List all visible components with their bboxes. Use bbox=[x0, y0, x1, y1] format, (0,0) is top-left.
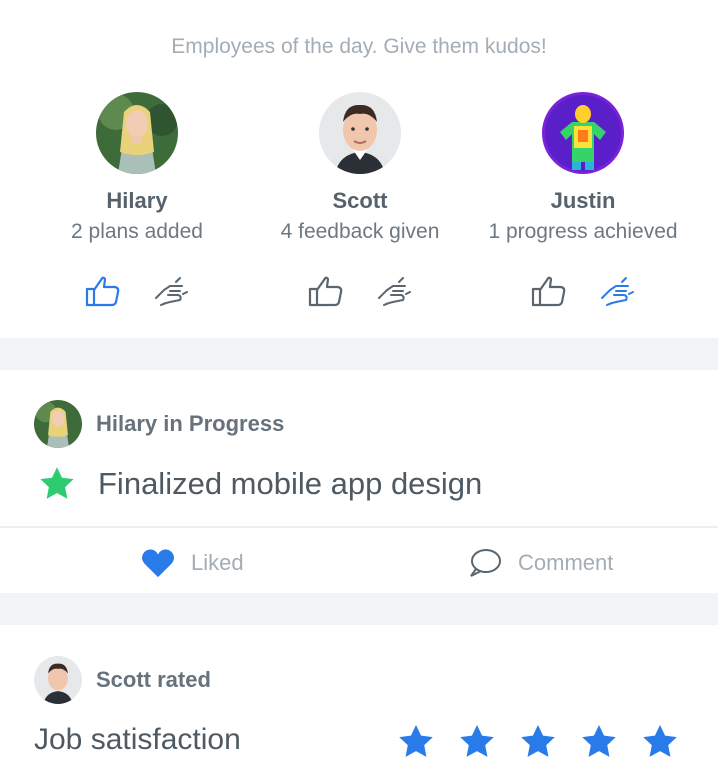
employee-card-justin: Justin 1 progress achieved bbox=[463, 92, 703, 310]
rating-label: Job satisfaction bbox=[34, 723, 241, 756]
comment-button[interactable]: Comment bbox=[468, 548, 613, 578]
comment-icon bbox=[470, 549, 501, 577]
employee-stat: 1 progress achieved bbox=[488, 220, 678, 243]
rating-star-icon bbox=[399, 725, 433, 757]
rating-post-card: Scott rated Job satisfaction bbox=[0, 625, 718, 784]
avatar[interactable] bbox=[34, 656, 82, 704]
rating-stars bbox=[397, 723, 679, 761]
kudos-section: Employees of the day. Give them kudos! H… bbox=[0, 0, 718, 338]
avatar[interactable] bbox=[34, 400, 82, 448]
avatar[interactable] bbox=[542, 92, 624, 174]
post-author-line: Hilary in Progress bbox=[96, 411, 285, 436]
like-button[interactable]: Liked bbox=[141, 548, 244, 578]
divider bbox=[0, 526, 718, 528]
post-content: Finalized mobile app design bbox=[98, 466, 483, 501]
section-separator bbox=[0, 593, 718, 625]
heart-icon bbox=[141, 549, 175, 578]
avatar[interactable] bbox=[319, 92, 401, 174]
employee-stat: 2 plans added bbox=[71, 220, 203, 243]
employee-stat: 4 feedback given bbox=[280, 220, 440, 243]
avatar[interactable] bbox=[96, 92, 178, 174]
employee-name: Hilary bbox=[106, 188, 168, 213]
section-separator bbox=[0, 338, 718, 370]
rating-star-icon bbox=[643, 725, 677, 757]
star-icon bbox=[40, 467, 74, 499]
high-five-icon[interactable] bbox=[598, 272, 636, 310]
rating-star-icon bbox=[521, 725, 555, 757]
rating-star-icon bbox=[460, 725, 494, 757]
comment-label: Comment bbox=[518, 550, 614, 575]
rating-star-icon bbox=[582, 725, 616, 757]
thumbs-up-icon[interactable] bbox=[530, 272, 568, 310]
like-label: Liked bbox=[191, 550, 244, 575]
employee-card-hilary: Hilary 2 plans added bbox=[17, 92, 257, 310]
kudos-title: Employees of the day. Give them kudos! bbox=[171, 35, 547, 58]
thumbs-up-icon[interactable] bbox=[84, 272, 122, 310]
progress-post-card: Hilary in Progress Finalized mobile app … bbox=[0, 370, 718, 593]
employee-name: Justin bbox=[550, 188, 616, 213]
high-five-icon[interactable] bbox=[152, 272, 190, 310]
post-author-line: Scott rated bbox=[96, 667, 211, 692]
employee-card-scott: Scott 4 feedback given bbox=[240, 92, 480, 310]
high-five-icon[interactable] bbox=[375, 272, 413, 310]
employee-name: Scott bbox=[332, 188, 388, 213]
thumbs-up-icon[interactable] bbox=[307, 272, 345, 310]
